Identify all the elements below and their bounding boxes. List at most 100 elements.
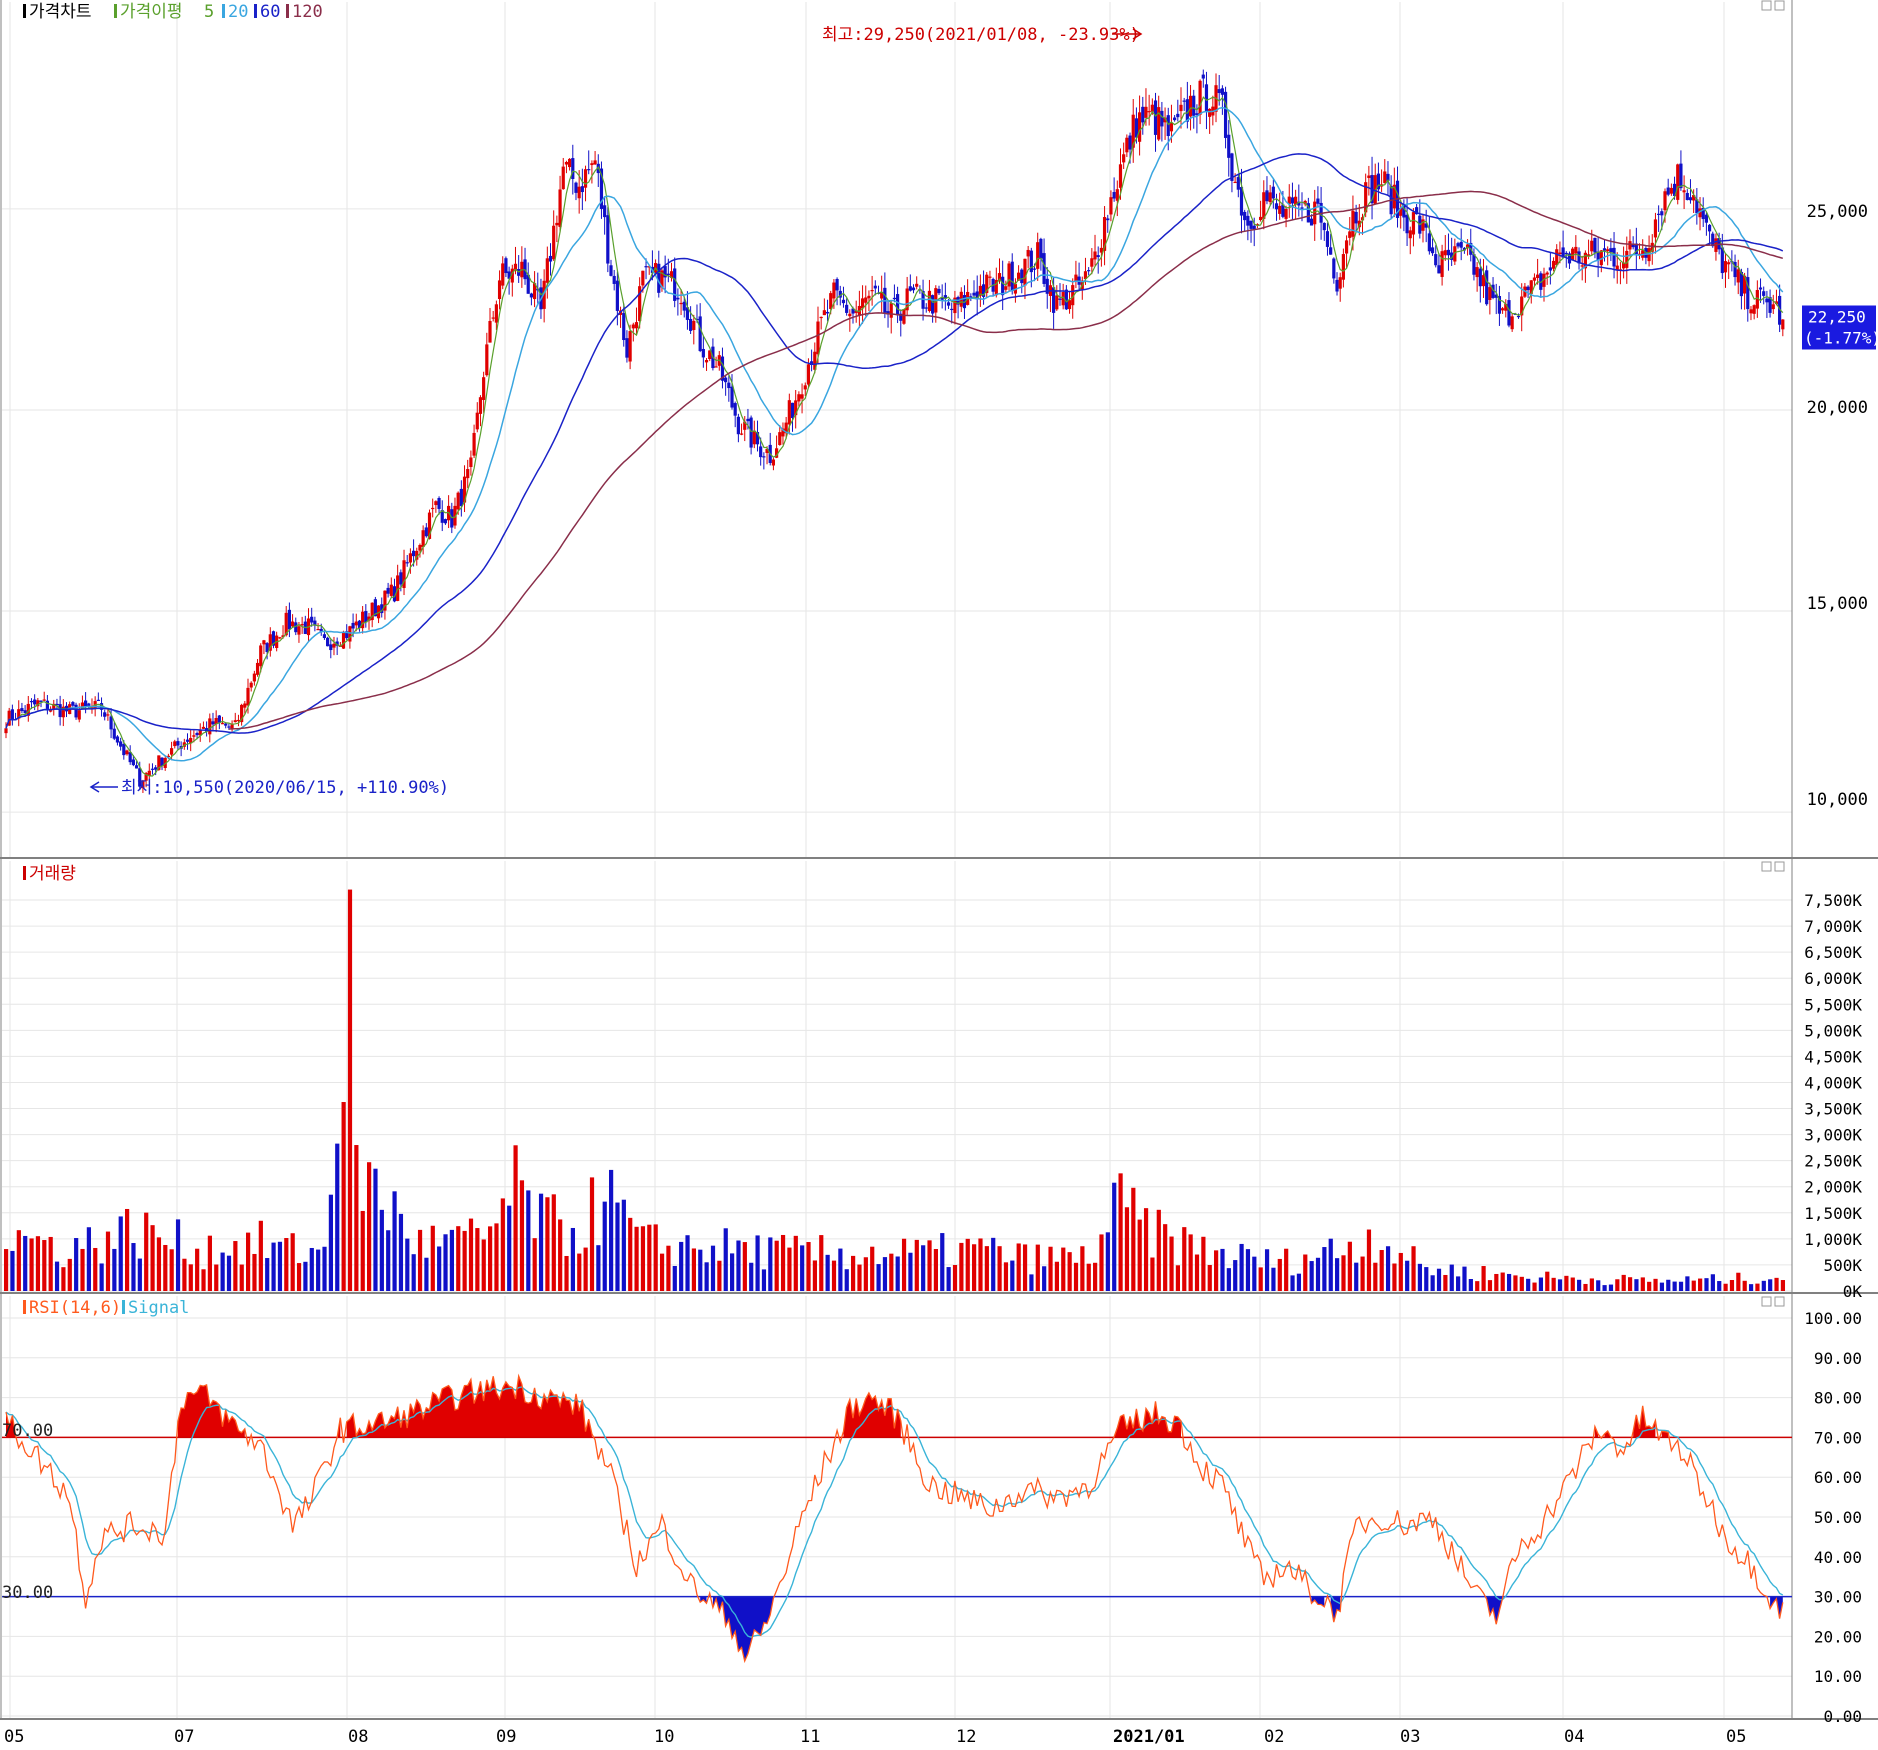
candle-body — [816, 321, 820, 355]
volume-bar — [112, 1248, 117, 1291]
volume-bar — [577, 1253, 582, 1291]
candle-body — [593, 160, 597, 165]
candle-body — [1032, 268, 1037, 270]
volume-bar — [424, 1257, 429, 1291]
candle-body — [1344, 240, 1349, 254]
volume-bar — [1398, 1252, 1403, 1291]
candle-body — [1723, 261, 1728, 273]
volume-bar — [1137, 1219, 1142, 1291]
volume-bar — [959, 1242, 964, 1291]
candle-body — [609, 265, 613, 276]
candle-body — [478, 397, 483, 414]
volume-bar — [1099, 1234, 1104, 1291]
volume-bar — [952, 1264, 958, 1291]
candle-body — [1278, 205, 1282, 214]
candle-body — [1208, 108, 1212, 117]
panel-minimize-button[interactable] — [1761, 0, 1772, 11]
candle-body — [950, 308, 954, 311]
candle-body — [1220, 88, 1224, 95]
candle-body — [1660, 211, 1664, 216]
candle-body — [1173, 117, 1177, 121]
volume-bar — [863, 1257, 868, 1291]
volume-bar — [316, 1249, 321, 1291]
candle-body — [122, 743, 126, 756]
time-tick-label: 03 — [1400, 1727, 1420, 1746]
volume-bar — [787, 1247, 792, 1291]
candle-body — [103, 712, 107, 717]
volume-bar — [265, 1258, 270, 1291]
volume-legend: 거래량 — [23, 864, 76, 884]
time-tick-label: 2021/01 — [1113, 1727, 1185, 1746]
candle-body — [1055, 295, 1059, 310]
volume-tick-label: 4,500K — [1804, 1047, 1862, 1066]
candle-body — [1602, 248, 1607, 251]
volume-bar — [367, 1162, 372, 1291]
volume-bar — [1659, 1282, 1665, 1291]
candle-body — [1144, 106, 1148, 118]
candle-body — [625, 338, 629, 358]
volume-bar — [411, 1254, 416, 1291]
candle-body — [908, 286, 912, 291]
candle-body — [1087, 270, 1091, 272]
panel-close-button[interactable] — [1774, 861, 1785, 872]
volume-bar — [812, 1260, 818, 1291]
stock-chart[interactable]: 25,000 20,000 15,000 10,000 22,250 (-1.7… — [0, 0, 1878, 1747]
candle-body — [587, 169, 591, 171]
legend-signal-title: Signal — [128, 1298, 189, 1318]
panel-close-button[interactable] — [1774, 1296, 1785, 1307]
candle-body — [1749, 309, 1753, 314]
candle-body — [1669, 187, 1673, 194]
candle-body — [386, 587, 390, 594]
volume-bar — [1615, 1279, 1620, 1291]
candle-body — [972, 292, 976, 296]
candle-body — [1536, 274, 1540, 278]
candle-body — [119, 741, 123, 747]
time-tick-label: 02 — [1264, 1727, 1284, 1746]
volume-bar — [271, 1242, 276, 1291]
candle-body — [848, 313, 852, 317]
volume-bar — [895, 1256, 900, 1291]
candle-body — [835, 278, 839, 291]
volume-bar — [347, 889, 353, 1291]
volume-bar — [965, 1238, 970, 1291]
candle-body — [262, 640, 266, 645]
candle-body — [606, 215, 610, 264]
volume-bar — [1557, 1279, 1563, 1291]
panel-close-button[interactable] — [1774, 0, 1785, 11]
volume-bar — [564, 1255, 569, 1291]
candle-body — [1472, 254, 1476, 275]
candle-body — [1408, 230, 1412, 239]
candle-body — [845, 304, 849, 313]
volume-bar — [519, 1180, 525, 1291]
volume-bar — [558, 1219, 563, 1291]
candle-body — [255, 662, 260, 675]
candle-body — [577, 186, 581, 199]
volume-bar — [1290, 1275, 1295, 1291]
volume-bar — [1169, 1236, 1174, 1291]
volume-bar — [1016, 1243, 1021, 1291]
candle-body — [1258, 216, 1263, 221]
candle-body — [1147, 111, 1151, 113]
legend-marker-signal — [122, 1300, 125, 1314]
candle-body — [1679, 163, 1683, 189]
candle-body — [1459, 241, 1463, 248]
volume-bar — [1233, 1260, 1238, 1291]
volume-bar — [1214, 1250, 1219, 1291]
panel-minimize-button[interactable] — [1761, 861, 1772, 872]
rsi-tick-label: 40.00 — [1814, 1548, 1862, 1567]
candle-body — [1574, 246, 1578, 254]
candle-body — [1160, 110, 1164, 127]
candle-body — [1093, 251, 1097, 260]
volume-bar — [1010, 1260, 1015, 1291]
volume-bar — [1748, 1284, 1754, 1291]
volume-bar — [1048, 1246, 1053, 1291]
volume-bar — [488, 1226, 493, 1291]
volume-bar — [1328, 1238, 1333, 1291]
volume-bar — [780, 1234, 786, 1291]
panel-minimize-button[interactable] — [1761, 1296, 1772, 1307]
volume-bar — [532, 1238, 537, 1291]
price-tick-label: 10,000 — [1807, 790, 1868, 810]
volume-bar — [749, 1262, 754, 1291]
candle-body — [1727, 262, 1731, 265]
volume-bar — [386, 1230, 391, 1291]
